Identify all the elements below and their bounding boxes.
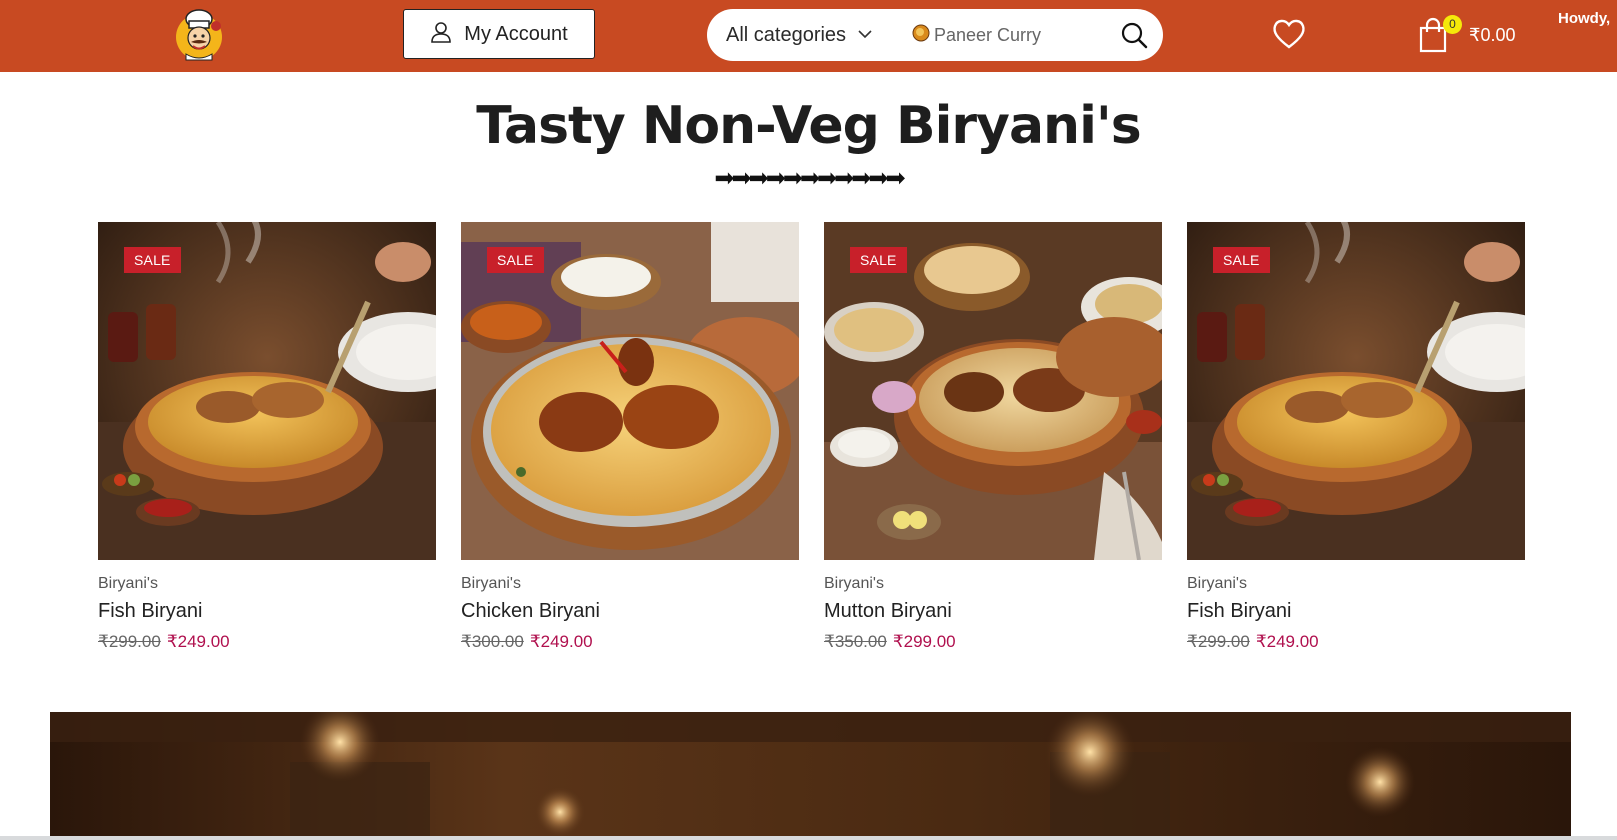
sale-badge: SALE — [850, 247, 907, 273]
decorative-arrows: ➡➡➡➡➡➡➡➡➡➡➡ — [714, 165, 905, 192]
product-category[interactable]: Biryani's — [824, 575, 884, 593]
product-price: ₹299.00 ₹249.00 — [1187, 632, 1319, 652]
product-grid: SALE Biryani's Fish Biryani ₹299.00 ₹249.… — [98, 222, 1525, 662]
old-price: ₹299.00 — [1187, 632, 1250, 651]
shopping-bag-icon: 0 — [1419, 15, 1462, 53]
search-field — [912, 9, 1111, 61]
product-category[interactable]: Biryani's — [1187, 575, 1247, 593]
chef-logo-icon[interactable] — [172, 8, 226, 62]
user-icon — [430, 21, 452, 48]
product-price: ₹300.00 ₹249.00 — [461, 632, 593, 652]
sale-badge: SALE — [1213, 247, 1270, 273]
product-name[interactable]: Fish Biryani — [1187, 600, 1291, 623]
product-card[interactable]: SALE Biryani's Mutton Biryani ₹350.00 ₹29… — [824, 222, 1162, 651]
old-price: ₹299.00 — [98, 632, 161, 651]
product-name[interactable]: Fish Biryani — [98, 600, 202, 623]
my-account-label: My Account — [464, 22, 568, 45]
product-image[interactable]: SALE — [98, 222, 436, 560]
cart-total: ₹0.00 — [1469, 24, 1516, 45]
product-card[interactable]: SALE Biryani's Fish Biryani ₹299.00 ₹249.… — [98, 222, 436, 651]
product-price: ₹350.00 ₹299.00 — [824, 632, 956, 652]
product-image[interactable]: SALE — [824, 222, 1162, 560]
sale-price: ₹249.00 — [1255, 632, 1319, 651]
curry-thumbnail-icon — [912, 24, 930, 47]
product-category[interactable]: Biryani's — [98, 575, 158, 593]
product-image[interactable]: SALE — [461, 222, 799, 560]
sale-badge: SALE — [124, 247, 181, 273]
product-category[interactable]: Biryani's — [461, 575, 521, 593]
sale-price: ₹249.00 — [529, 632, 593, 651]
product-card[interactable]: SALE Biryani's Fish Biryani ₹299.00 ₹249.… — [1187, 222, 1525, 651]
restaurant-banner-image — [50, 712, 1571, 840]
product-price: ₹299.00 ₹249.00 — [98, 632, 230, 652]
horizontal-scrollbar[interactable] — [0, 836, 1617, 840]
my-account-button[interactable]: My Account — [403, 9, 595, 59]
sale-badge: SALE — [487, 247, 544, 273]
old-price: ₹300.00 — [461, 632, 524, 651]
category-select[interactable]: All categories — [726, 24, 872, 47]
product-name[interactable]: Chicken Biryani — [461, 600, 600, 623]
cart-button[interactable]: 0 ₹0.00 — [1419, 15, 1516, 55]
product-image[interactable]: SALE — [1187, 222, 1525, 560]
category-select-label: All categories — [726, 23, 847, 46]
account-greeting[interactable]: Howdy, — [1558, 10, 1610, 27]
old-price: ₹350.00 — [824, 632, 887, 651]
search-input[interactable] — [932, 23, 1111, 47]
cart-count-badge: 0 — [1443, 15, 1462, 34]
product-card[interactable]: SALE Biryani's Chicken Biryani ₹300.00 ₹2… — [461, 222, 799, 651]
product-name[interactable]: Mutton Biryani — [824, 600, 952, 623]
top-header: My Account All categories Paneer Curry 0… — [0, 0, 1617, 72]
section-title: Tasty Non-Veg Biryani's — [476, 96, 1142, 156]
sale-price: ₹299.00 — [892, 632, 956, 651]
sale-price: ₹249.00 — [166, 632, 230, 651]
search-bar: All categories — [707, 9, 1163, 61]
chevron-down-icon — [858, 26, 872, 44]
heart-icon[interactable] — [1271, 16, 1307, 52]
search-icon[interactable] — [1120, 21, 1148, 49]
